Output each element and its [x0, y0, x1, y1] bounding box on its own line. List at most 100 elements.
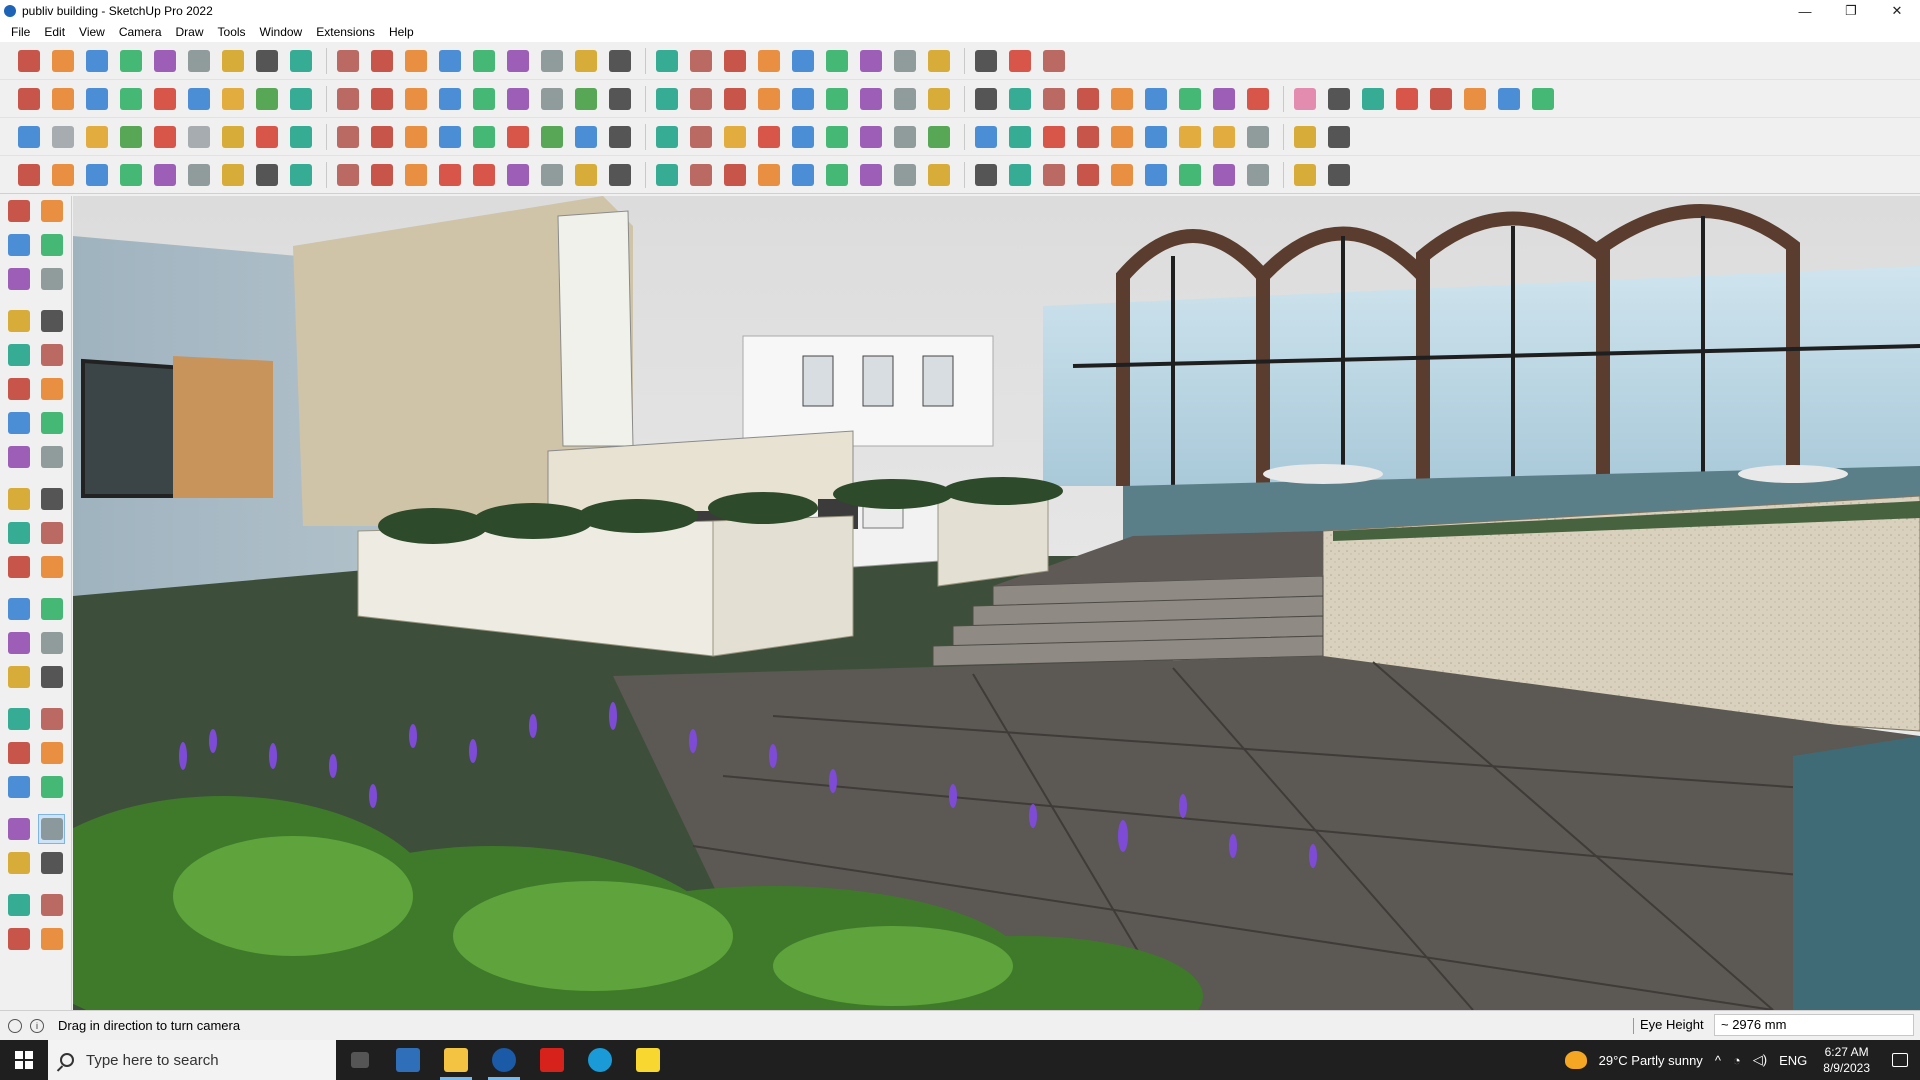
notification-button[interactable]: [1880, 1040, 1920, 1080]
language-indicator[interactable]: ENG: [1773, 1053, 1813, 1068]
chips-button[interactable]: [1073, 122, 1103, 152]
car-button[interactable]: [82, 160, 112, 190]
brace-button[interactable]: [1209, 160, 1239, 190]
hatch-button[interactable]: [1073, 160, 1103, 190]
grid-yellow-button[interactable]: [1209, 122, 1239, 152]
warehouse-small-tool[interactable]: [6, 890, 33, 920]
tree-button[interactable]: [1290, 160, 1320, 190]
previous-view-tool[interactable]: [39, 772, 66, 802]
layer-button[interactable]: [537, 84, 567, 114]
cube-top-button[interactable]: [48, 84, 78, 114]
bucket-button[interactable]: [856, 122, 886, 152]
acrobat-app[interactable]: [528, 1040, 576, 1080]
plane-red-button[interactable]: [150, 122, 180, 152]
polygon-button[interactable]: [1107, 84, 1137, 114]
menu-camera[interactable]: Camera: [112, 22, 169, 42]
styles-small-tool[interactable]: [39, 924, 66, 954]
zoom-small-tool[interactable]: [6, 738, 33, 768]
stairs-button[interactable]: [1005, 122, 1035, 152]
arc-red-button[interactable]: [469, 160, 499, 190]
cube-front-button[interactable]: [82, 84, 112, 114]
pencil-lasso-button[interactable]: [1141, 84, 1171, 114]
pan-button[interactable]: [537, 46, 567, 76]
red-line-button[interactable]: [1243, 84, 1273, 114]
qr-button[interactable]: [1324, 122, 1354, 152]
cube-iso-button[interactable]: [14, 84, 44, 114]
step-button[interactable]: [1005, 160, 1035, 190]
select-button[interactable]: [48, 46, 78, 76]
push-pull-small-tool[interactable]: [39, 484, 66, 514]
arrow-x-button[interactable]: [333, 84, 363, 114]
zoom-window-button[interactable]: [605, 46, 635, 76]
red-arrow-button[interactable]: [150, 84, 180, 114]
stairs-red-button[interactable]: [1039, 122, 1069, 152]
stripes-button[interactable]: [1141, 160, 1171, 190]
gear-button[interactable]: [150, 160, 180, 190]
menu-draw[interactable]: Draw: [169, 22, 211, 42]
arc-3pt-tool[interactable]: [6, 442, 33, 472]
push-pull-button[interactable]: [218, 46, 248, 76]
taskbar-search[interactable]: Type here to search: [48, 1040, 336, 1080]
lasso-yellow-button[interactable]: [720, 122, 750, 152]
loop-button[interactable]: [1175, 84, 1205, 114]
paint-bucket-small-tool[interactable]: [6, 230, 33, 260]
menu-file[interactable]: File: [4, 22, 37, 42]
section-cut-button[interactable]: [503, 84, 533, 114]
cone-button[interactable]: [605, 122, 635, 152]
flame-button[interactable]: [652, 122, 682, 152]
zoom-window-small-tool[interactable]: [39, 738, 66, 768]
eraser-button[interactable]: [82, 46, 112, 76]
orbit-small-tool[interactable]: [39, 196, 66, 226]
zoom-button[interactable]: [571, 46, 601, 76]
file-explorer-app[interactable]: [432, 1040, 480, 1080]
close-button[interactable]: ✕: [1874, 0, 1920, 22]
zoom-extents-small-tool[interactable]: [6, 772, 33, 802]
undo-button[interactable]: [971, 46, 1001, 76]
zoom-extents-button[interactable]: [14, 46, 44, 76]
bookmark-button[interactable]: [1324, 84, 1354, 114]
ramp-button[interactable]: [788, 160, 818, 190]
redo-button[interactable]: [1005, 46, 1035, 76]
red-box-button[interactable]: [252, 122, 282, 152]
pipe-blue-button[interactable]: [971, 122, 1001, 152]
weather-text[interactable]: 29°C Partly sunny: [1593, 1053, 1709, 1068]
walk-button[interactable]: [822, 46, 852, 76]
arc-small-tool[interactable]: [6, 408, 33, 438]
orbit-tool-tool[interactable]: [6, 704, 33, 734]
house-roof-button[interactable]: [686, 84, 716, 114]
task-view-button[interactable]: [336, 1040, 384, 1080]
parallelogram-button[interactable]: [1039, 84, 1069, 114]
loop-tool-button[interactable]: [788, 122, 818, 152]
plane-wing-button[interactable]: [720, 160, 750, 190]
move-button[interactable]: [286, 46, 316, 76]
floor-button[interactable]: [924, 160, 954, 190]
texture-button[interactable]: [1528, 84, 1558, 114]
fence-button[interactable]: [1039, 160, 1069, 190]
eraser-pink-button[interactable]: [1290, 84, 1320, 114]
section-small-tool[interactable]: [39, 848, 66, 878]
rectangle-small-tool[interactable]: [6, 340, 33, 370]
crate-button[interactable]: [1494, 84, 1524, 114]
hexagon-button[interactable]: [971, 84, 1001, 114]
pencil-small-tool[interactable]: [6, 306, 33, 336]
house-button[interactable]: [605, 84, 635, 114]
sticky-notes-app[interactable]: [624, 1040, 672, 1080]
offset-tool[interactable]: [39, 552, 66, 582]
plane-blue-button[interactable]: [14, 122, 44, 152]
rotated-rect-tool[interactable]: [39, 340, 66, 370]
ring-button[interactable]: [890, 84, 920, 114]
circle-small-tool[interactable]: [6, 374, 33, 404]
window-button[interactable]: [1141, 122, 1171, 152]
house-box-button[interactable]: [754, 84, 784, 114]
layers-small-tool[interactable]: [6, 924, 33, 954]
lines-button[interactable]: [1107, 160, 1137, 190]
rotated-arc-tool[interactable]: [39, 442, 66, 472]
house-outline-button[interactable]: [720, 84, 750, 114]
chair-button[interactable]: [435, 122, 465, 152]
styles-button[interactable]: [754, 46, 784, 76]
cloud-button[interactable]: [184, 160, 214, 190]
geo-location-icon[interactable]: [8, 1018, 22, 1033]
orange-arrow-button[interactable]: [218, 84, 248, 114]
tray-chevron-icon[interactable]: ^: [1709, 1053, 1727, 1068]
components-button[interactable]: [652, 46, 682, 76]
